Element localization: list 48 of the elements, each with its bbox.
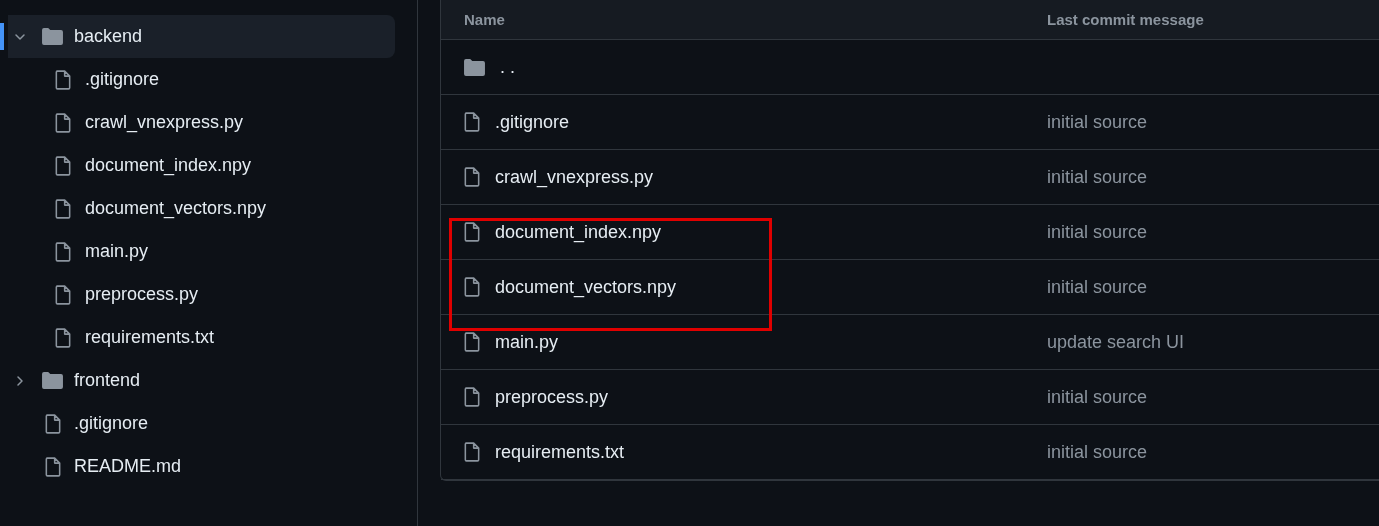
file-icon xyxy=(55,198,71,219)
file-link[interactable]: .gitignore xyxy=(495,111,570,133)
file-icon xyxy=(464,277,480,297)
file-link[interactable]: document_index.npy xyxy=(495,221,662,243)
folder-icon xyxy=(42,372,63,389)
file-icon xyxy=(464,387,480,407)
file-link[interactable]: preprocess.py xyxy=(495,386,609,408)
file-icon xyxy=(55,241,71,262)
parent-directory-link[interactable]: . . xyxy=(500,56,515,78)
column-header: Last commit message xyxy=(1047,11,1204,28)
commit-message[interactable]: initial source xyxy=(1047,276,1148,298)
folder-icon xyxy=(42,28,63,45)
tree-item[interactable]: document_index.npy xyxy=(0,144,417,187)
tree-item[interactable]: README.md xyxy=(0,445,417,488)
file-icon xyxy=(55,69,71,90)
file-icon xyxy=(55,155,71,176)
file-icon xyxy=(464,167,480,187)
commit-message[interactable]: initial source xyxy=(1047,166,1148,188)
tree-item[interactable]: preprocess.py xyxy=(0,273,417,316)
file-icon xyxy=(464,112,480,132)
folder-icon xyxy=(464,58,485,76)
file-icon xyxy=(464,222,480,242)
commit-message[interactable]: initial source xyxy=(1047,441,1148,463)
commit-message[interactable]: initial source xyxy=(1047,386,1148,408)
commit-message[interactable]: initial source xyxy=(1047,221,1148,243)
tree-item[interactable]: main.py xyxy=(0,230,417,273)
tree-item[interactable]: requirements.txt xyxy=(0,316,417,359)
tree-item[interactable]: crawl_vnexpress.py xyxy=(0,101,417,144)
file-icon xyxy=(45,413,61,434)
file-icon xyxy=(45,456,61,477)
column-header: Name xyxy=(463,11,506,28)
tree-item[interactable]: document_vectors.npy xyxy=(0,187,417,230)
file-link[interactable]: requirements.txt xyxy=(495,441,625,463)
tree-item[interactable]: .gitignore xyxy=(0,402,417,445)
chevron-icon xyxy=(14,374,26,387)
commit-message[interactable]: update search UI xyxy=(1047,331,1185,353)
file-link[interactable]: document_vectors.npy xyxy=(495,276,677,298)
file-icon xyxy=(55,284,71,305)
tree-item[interactable]: frontend xyxy=(0,359,395,402)
commit-message[interactable]: initial source xyxy=(1047,111,1148,133)
file-icon xyxy=(55,112,71,133)
file-link[interactable]: main.py xyxy=(495,331,559,353)
tree-item[interactable]: .gitignore xyxy=(0,58,417,101)
file-icon xyxy=(464,332,480,352)
file-icon xyxy=(55,327,71,348)
file-link[interactable]: crawl_vnexpress.py xyxy=(495,166,654,188)
tree-item[interactable]: backend xyxy=(0,15,395,58)
file-icon xyxy=(464,442,480,462)
